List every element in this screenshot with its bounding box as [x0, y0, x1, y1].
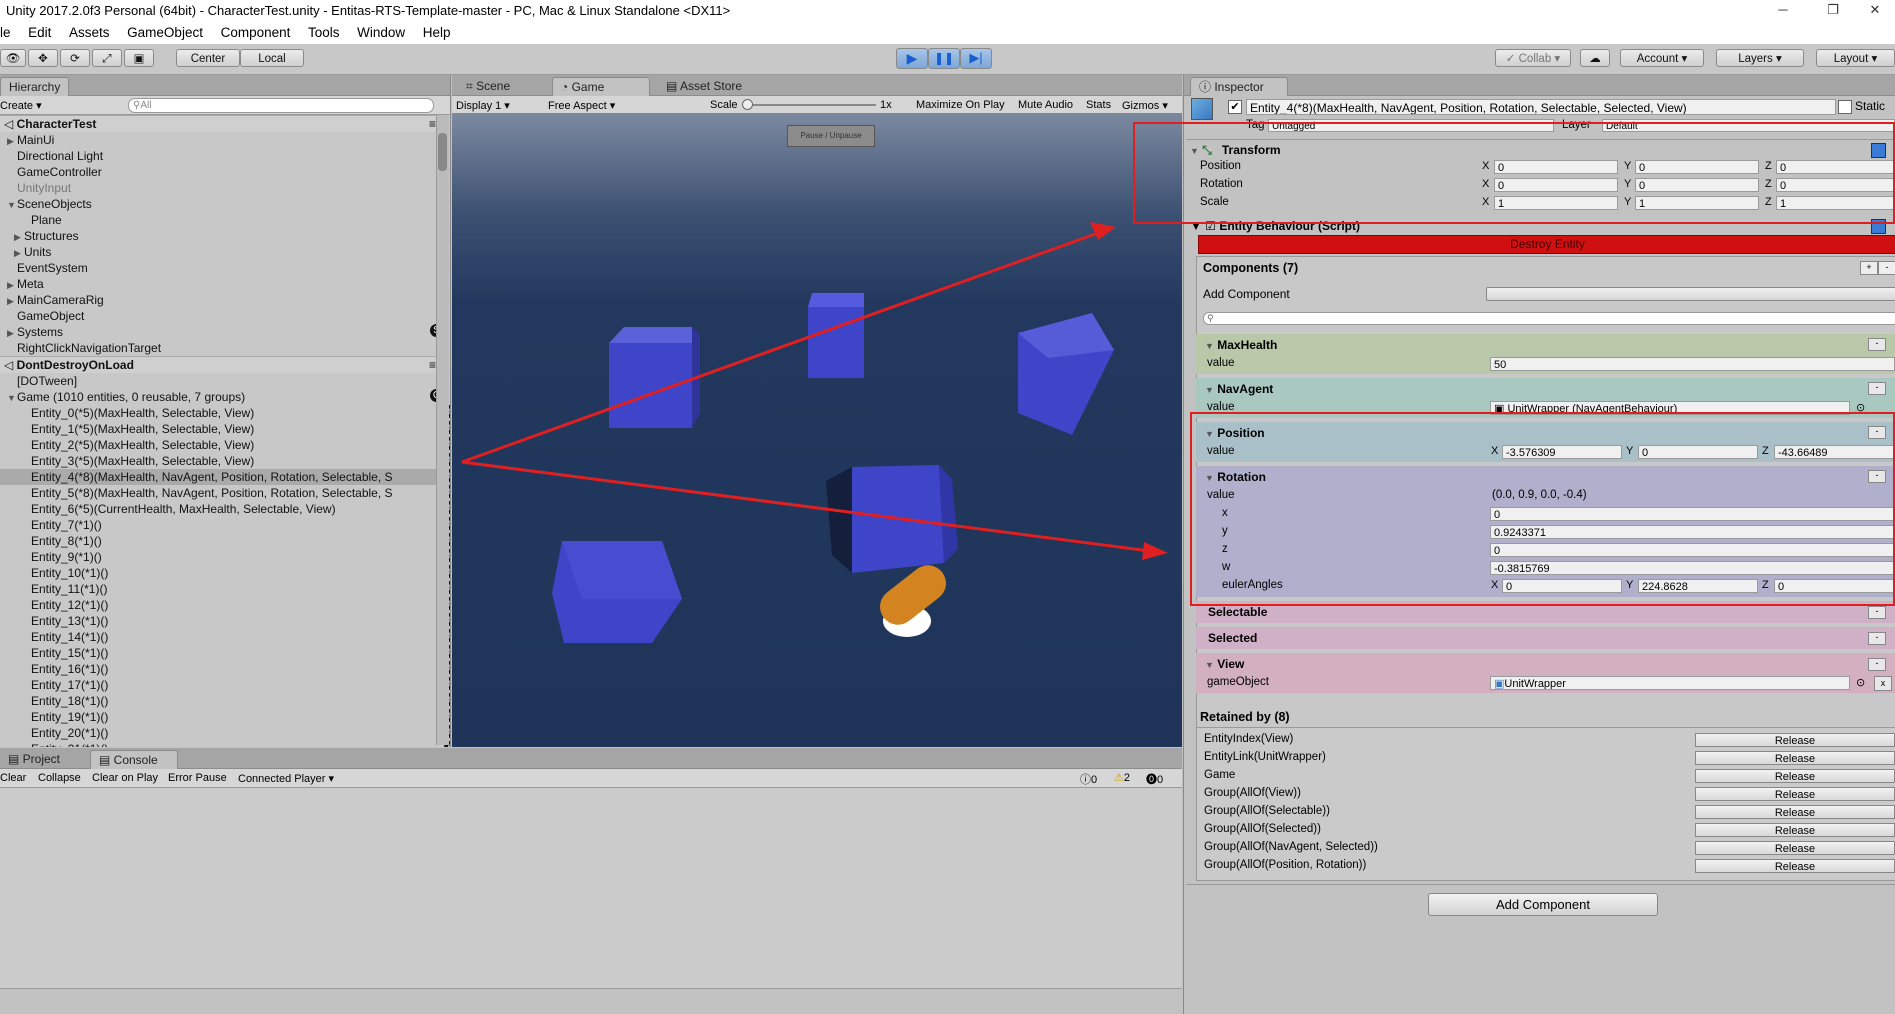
annotation-arrows: [461, 222, 1168, 560]
annotation-arrowhead-1: [1090, 222, 1116, 240]
annotation-arrowhead-2: [1142, 542, 1168, 560]
annotation-arrow-2: [461, 460, 1151, 553]
annotation-arrow-1: [461, 231, 1099, 464]
